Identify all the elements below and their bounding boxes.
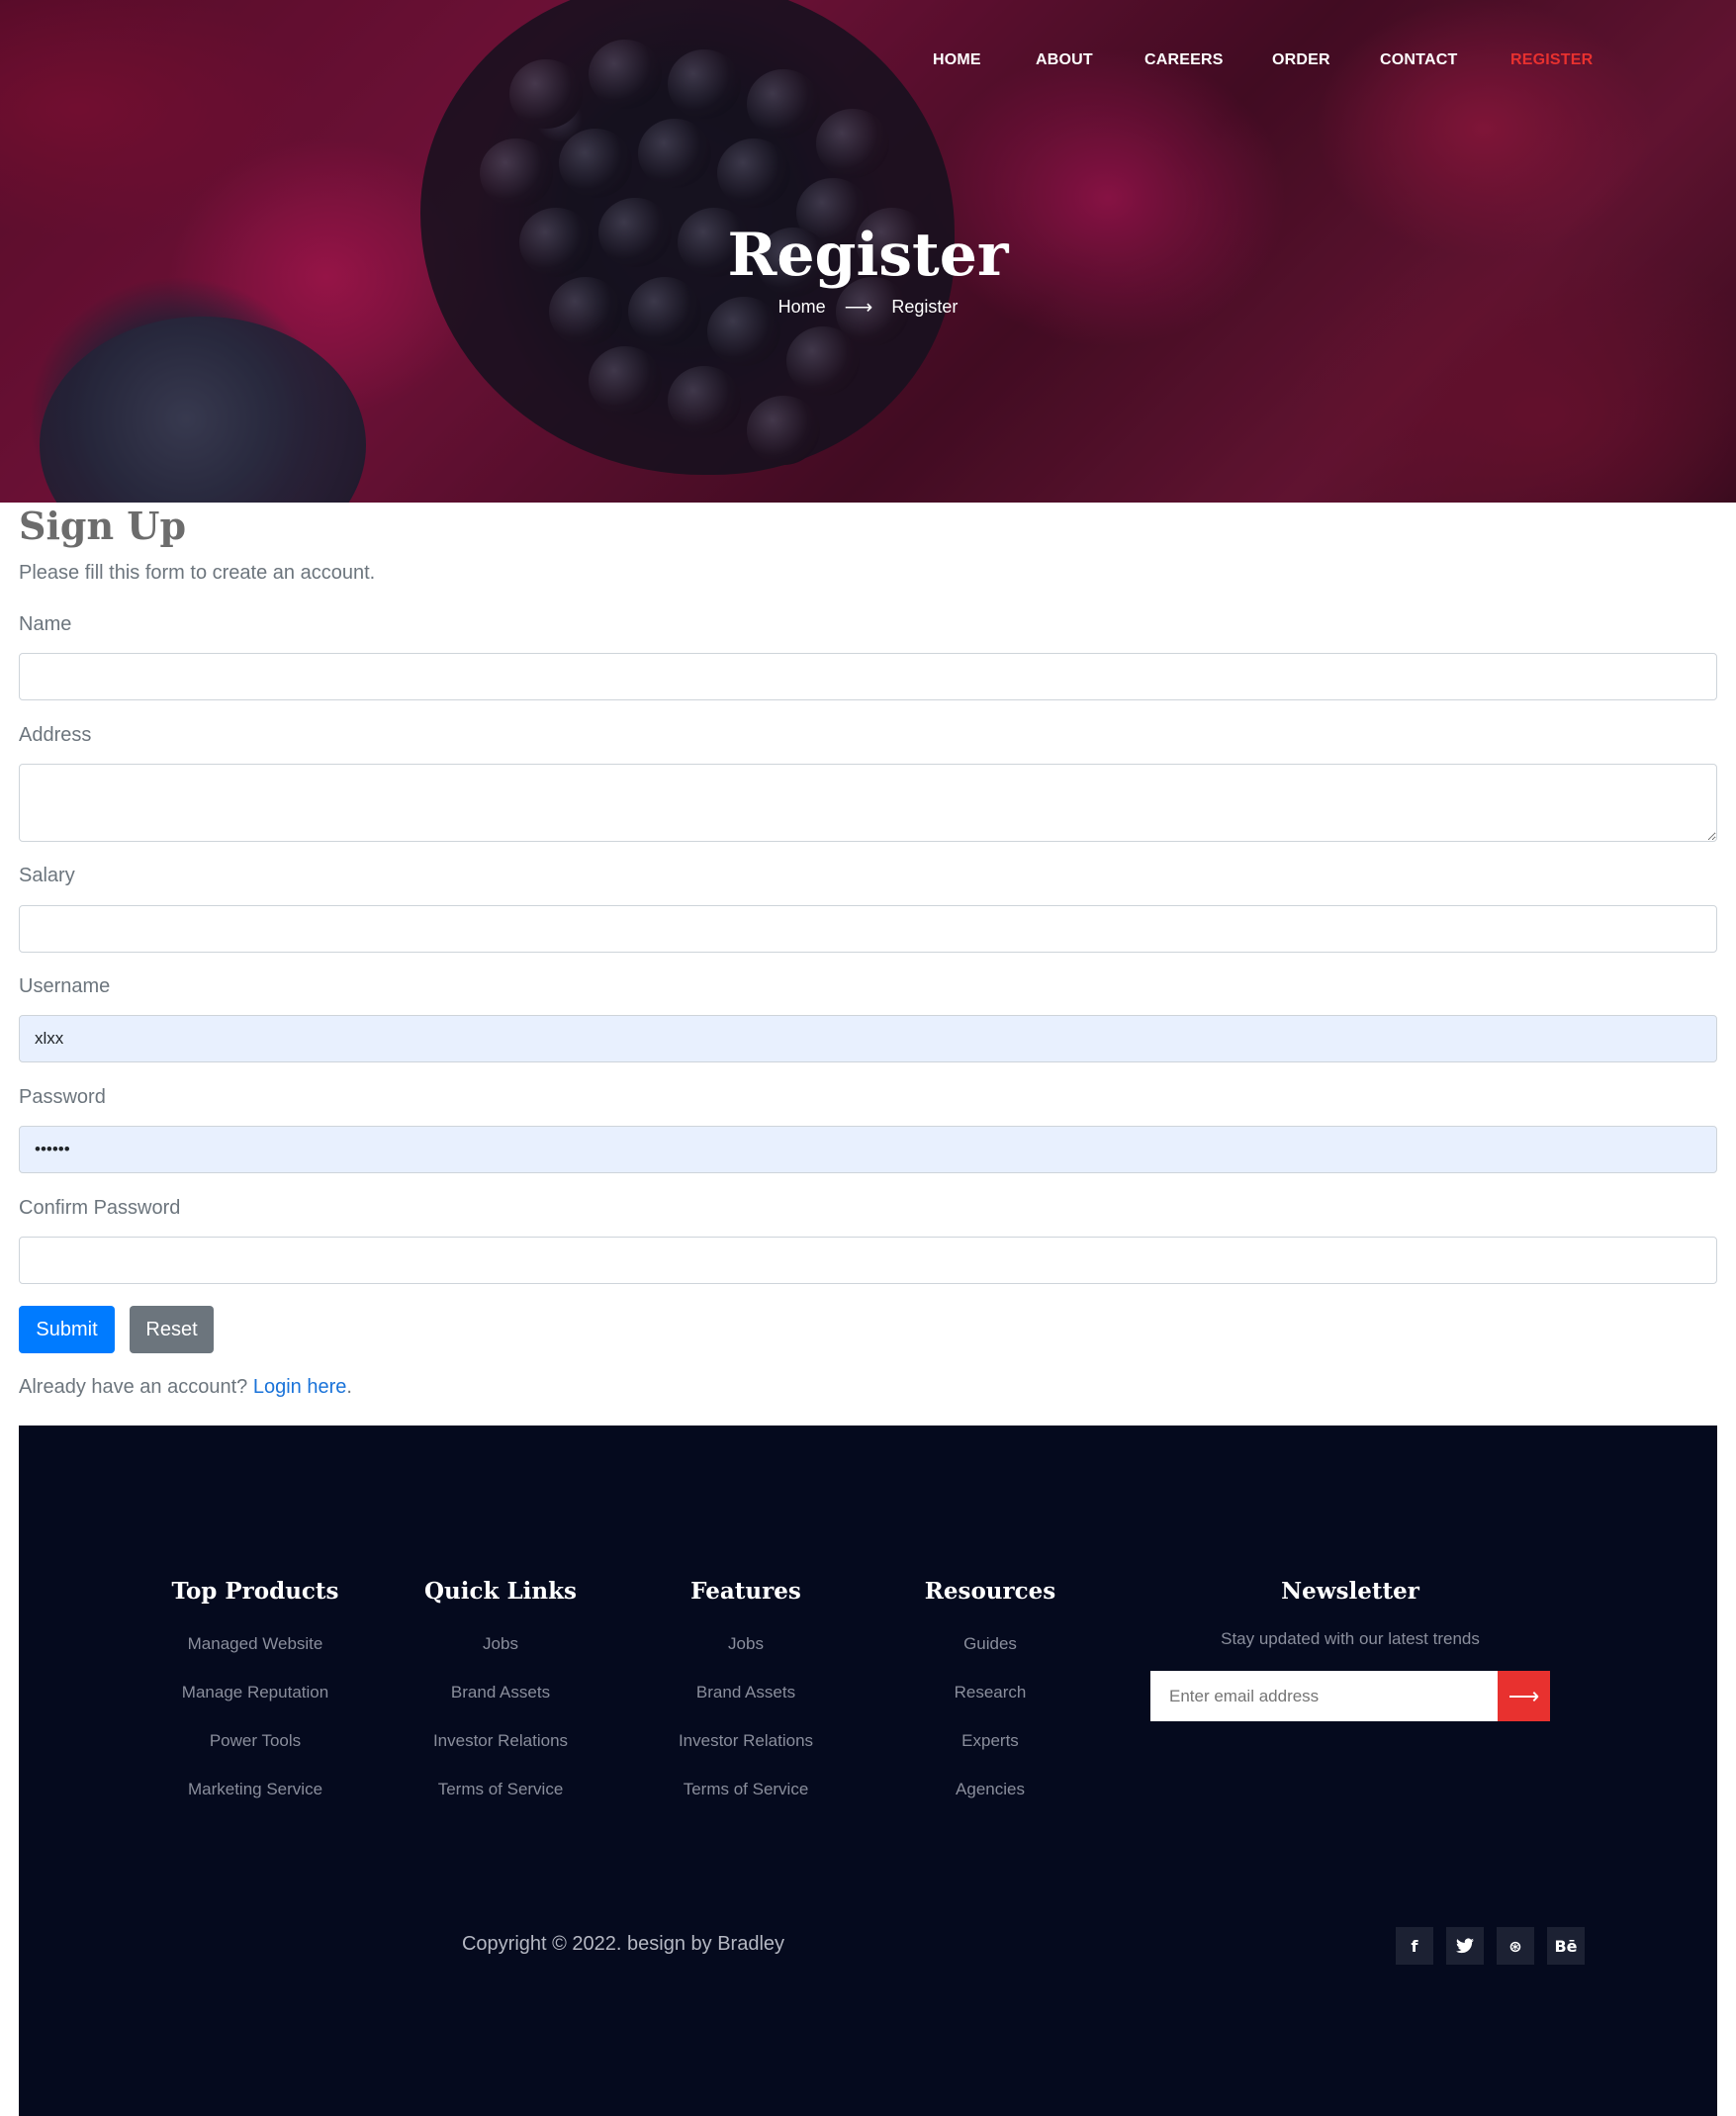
twitter-icon[interactable]	[1446, 1927, 1484, 1965]
footer-link[interactable]: Jobs	[637, 1631, 855, 1680]
footer-col-title: Top Products	[171, 1578, 339, 1605]
reset-button[interactable]: Reset	[130, 1306, 214, 1353]
name-label: Name	[19, 613, 72, 635]
password-label: Password	[19, 1086, 106, 1108]
salary-field[interactable]	[19, 905, 1717, 953]
footer-link[interactable]: Agencies	[881, 1777, 1099, 1825]
address-label: Address	[19, 724, 92, 746]
login-prompt-text: Already have an account?	[19, 1376, 248, 1398]
footer-col-quick-links: Quick Links Jobs Brand Assets Investor R…	[392, 1574, 609, 1825]
footer-col-resources: Resources Guides Research Experts Agenci…	[881, 1574, 1099, 1825]
newsletter-text: Stay updated with our latest trends	[1221, 1629, 1480, 1648]
nav-register[interactable]: REGISTER	[1510, 51, 1593, 69]
newsletter-title: Newsletter	[1281, 1578, 1419, 1605]
signup-title: Sign Up	[19, 504, 187, 548]
breadcrumb: Home ⟶ Register	[0, 295, 1736, 320]
newsletter: Newsletter Stay updated with our latest …	[1150, 1574, 1550, 1721]
breadcrumb-home[interactable]: Home	[778, 297, 826, 317]
footer-link[interactable]: Investor Relations	[637, 1728, 855, 1777]
name-field[interactable]	[19, 653, 1717, 700]
username-field[interactable]	[19, 1015, 1717, 1062]
salary-label: Salary	[19, 865, 75, 886]
footer-col-top-products: Top Products Managed Website Manage Repu…	[146, 1574, 364, 1825]
newsletter-email-input[interactable]	[1150, 1671, 1498, 1721]
newsletter-submit-button[interactable]: ⟶	[1498, 1671, 1550, 1721]
footer-link[interactable]: Power Tools	[146, 1728, 364, 1777]
footer-link[interactable]: Research	[881, 1680, 1099, 1728]
login-link[interactable]: Login here	[253, 1376, 347, 1398]
footer-link[interactable]: Brand Assets	[637, 1680, 855, 1728]
password-field[interactable]	[19, 1126, 1717, 1173]
footer-link[interactable]: Terms of Service	[392, 1777, 609, 1825]
login-suffix: .	[346, 1376, 352, 1398]
confirm-password-label: Confirm Password	[19, 1197, 181, 1219]
address-field[interactable]	[19, 764, 1717, 842]
footer-col-title: Features	[690, 1578, 801, 1605]
footer-link[interactable]: Manage Reputation	[146, 1680, 364, 1728]
nav-careers[interactable]: CAREERS	[1144, 51, 1224, 69]
facebook-icon[interactable]: f	[1396, 1927, 1433, 1965]
footer-link[interactable]: Terms of Service	[637, 1777, 855, 1825]
nav-about[interactable]: ABOUT	[1036, 51, 1093, 69]
hero-banner: HOME ABOUT CAREERS ORDER CONTACT REGISTE…	[0, 0, 1736, 503]
confirm-password-field[interactable]	[19, 1237, 1717, 1284]
nav-order[interactable]: ORDER	[1272, 51, 1330, 69]
footer-link[interactable]: Jobs	[392, 1631, 609, 1680]
footer-link[interactable]: Experts	[881, 1728, 1099, 1777]
behance-icon[interactable]: Bē	[1547, 1927, 1585, 1965]
arrow-right-icon: ⟶	[1508, 1683, 1540, 1708]
main-nav: HOME ABOUT CAREERS ORDER CONTACT REGISTE…	[0, 51, 1736, 81]
nav-contact[interactable]: CONTACT	[1380, 51, 1457, 69]
newsletter-form: ⟶	[1150, 1671, 1550, 1721]
footer-col-features: Features Jobs Brand Assets Investor Rela…	[637, 1574, 855, 1825]
copyright-text: Copyright © 2022. besign by Bradley	[461, 1933, 785, 1955]
footer-link[interactable]: Brand Assets	[392, 1680, 609, 1728]
submit-button[interactable]: Submit	[19, 1306, 115, 1353]
arrow-right-icon: ⟶	[844, 297, 873, 319]
footer-link[interactable]: Marketing Service	[146, 1777, 364, 1825]
footer-link[interactable]: Investor Relations	[392, 1728, 609, 1777]
page-title: Register	[727, 221, 1009, 290]
footer-col-title: Resources	[924, 1578, 1056, 1605]
footer-link[interactable]: Managed Website	[146, 1631, 364, 1680]
footer-col-title: Quick Links	[424, 1578, 577, 1605]
username-label: Username	[19, 975, 111, 997]
login-prompt: Already have an account? Login here.	[19, 1376, 352, 1399]
nav-home[interactable]: HOME	[933, 51, 981, 69]
signup-subtitle: Please fill this form to create an accou…	[19, 562, 376, 584]
site-footer: Top Products Managed Website Manage Repu…	[19, 1426, 1717, 2116]
footer-link[interactable]: Guides	[881, 1631, 1099, 1680]
dribbble-icon[interactable]: ⊛	[1497, 1927, 1534, 1965]
breadcrumb-current: Register	[891, 297, 959, 317]
